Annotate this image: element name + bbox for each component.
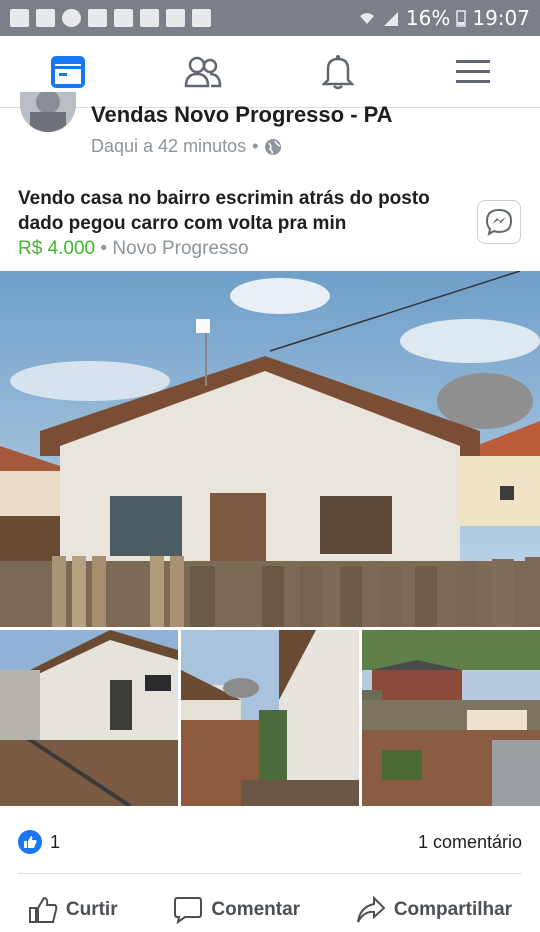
like-button[interactable]: Curtir [28,896,118,924]
facebook-icon [10,9,29,27]
comment-icon [174,897,203,924]
voicemail-icon [192,9,211,27]
house-photo-thumbnail[interactable] [0,630,178,806]
flipboard-icon [166,9,185,27]
tab-friends[interactable] [168,42,238,102]
share-icon [356,896,386,923]
messenger-icon [485,208,513,236]
like-label: Curtir [65,899,118,920]
facebook-icon [36,9,55,27]
house-photo-thumbnail[interactable] [362,630,540,806]
email-icon [140,9,159,27]
message-seller-button[interactable] [477,200,521,244]
signal-icon [383,12,398,26]
divider [18,873,522,874]
news-feed-icon [50,55,85,88]
post-time[interactable]: Daqui a 42 minutos [91,136,246,157]
house-photo-main[interactable] [0,271,540,627]
friends-icon [184,56,221,87]
price: R$ 4.000 [18,238,96,259]
download-icon [114,9,133,27]
post-text: Vendo casa no bairro escrimin atrás do p… [18,188,430,234]
tab-notifications[interactable] [303,42,373,102]
share-button[interactable]: Compartilhar [356,896,512,924]
house-photo-thumbnail[interactable] [181,630,359,806]
thumbs-up-icon [28,896,58,923]
group-name[interactable]: Vendas Novo Progresso - PA [91,102,393,128]
share-label: Compartilhar [393,899,513,920]
comments-count[interactable]: 1 comentário [418,832,522,853]
likes-count: 1 [50,831,61,852]
whatsapp-icon [62,9,81,27]
tab-menu[interactable] [438,42,508,102]
notifications-icon [321,54,354,89]
status-bar: 16% 19:07 [0,0,540,36]
avatar[interactable] [20,92,76,132]
battery-percent: 16% [405,6,451,30]
photo-thumbnails [0,630,540,806]
vpn-icon [88,9,107,27]
price-row: R$ 4.000 • Novo Progresso [18,238,249,260]
post-meta: Daqui a 42 minutos • [91,136,282,157]
post-actions: Curtir Comentar Compartilhar [0,888,540,932]
comment-button[interactable]: Comentar [173,896,300,924]
post-header: Vendas Novo Progresso - PA Daqui a 42 mi… [0,92,540,168]
location-separator: • [100,238,108,259]
location: Novo Progresso [112,238,249,259]
comment-label: Comentar [211,899,301,920]
clock: 19:07 [472,6,530,30]
battery-icon [456,10,467,27]
menu-icon [455,59,490,83]
meta-separator: • [252,136,259,156]
globe-icon [265,138,282,155]
facebook-nav-bar [0,36,540,108]
wifi-icon [359,13,374,24]
notification-icons [10,9,211,27]
like-reaction-icon [18,830,42,854]
reactions-summary[interactable]: 1 [18,830,60,854]
